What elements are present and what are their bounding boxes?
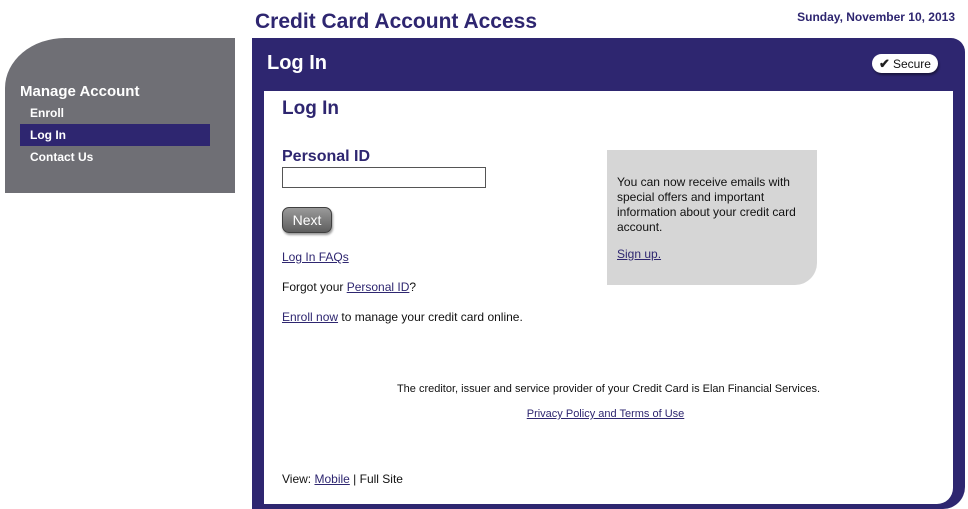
forgot-line: Forgot your Personal ID? <box>282 280 416 294</box>
view-prefix: View: <box>282 472 315 486</box>
full-site-label: Full Site <box>359 472 403 486</box>
faqs-line: Log In FAQs <box>282 250 349 264</box>
login-content: Log In Personal ID Next Log In FAQs Forg… <box>264 91 953 504</box>
site-title: Credit Card Account Access <box>255 10 538 33</box>
secure-button[interactable]: ✔ Secure <box>872 54 938 73</box>
personal-id-link[interactable]: Personal ID <box>347 280 410 294</box>
log-in-faqs-link[interactable]: Log In FAQs <box>282 250 349 264</box>
disclaimer: The creditor, issuer and service provide… <box>396 383 821 395</box>
sign-up-link[interactable]: Sign up. <box>617 247 661 261</box>
mobile-link[interactable]: Mobile <box>314 472 349 486</box>
forgot-suffix: ? <box>409 280 417 294</box>
login-heading: Log In <box>282 98 339 119</box>
checkmark-icon: ✔ <box>879 55 890 71</box>
enroll-now-link[interactable]: Enroll now <box>282 310 338 324</box>
personal-id-label: Personal ID <box>282 148 371 165</box>
privacy-policy-link[interactable]: Privacy Policy and Terms of Use <box>527 408 685 420</box>
sidebar-item-log-in[interactable]: Log In <box>20 124 210 146</box>
privacy-line: Privacy Policy and Terms of Use <box>264 408 947 420</box>
promo-text: You can now receive emails with special … <box>617 175 796 234</box>
secure-label: Secure <box>892 56 931 71</box>
sidebar-item-contact-us[interactable]: Contact Us <box>20 146 210 168</box>
promo-box: You can now receive emails with special … <box>607 150 817 285</box>
view-separator: | <box>349 472 360 486</box>
personal-id-input[interactable] <box>282 167 486 188</box>
sidebar-nav: Enroll Log In Contact Us <box>20 102 210 168</box>
panel-title: Log In <box>267 52 327 74</box>
next-button[interactable]: Next <box>282 207 332 233</box>
main-panel: Log In ✔ Secure Log In Personal ID Next … <box>252 38 965 509</box>
sidebar: Manage Account Enroll Log In Contact Us <box>5 38 235 193</box>
current-date: Sunday, November 10, 2013 <box>797 10 955 24</box>
enroll-line: Enroll now to manage your credit card on… <box>282 310 523 324</box>
sidebar-item-enroll[interactable]: Enroll <box>20 102 210 124</box>
view-switcher: View: Mobile | Full Site <box>282 472 403 486</box>
enroll-suffix: to manage your credit card online. <box>338 310 523 324</box>
sidebar-heading: Manage Account <box>20 83 140 100</box>
forgot-prefix: Forgot your <box>282 280 347 294</box>
